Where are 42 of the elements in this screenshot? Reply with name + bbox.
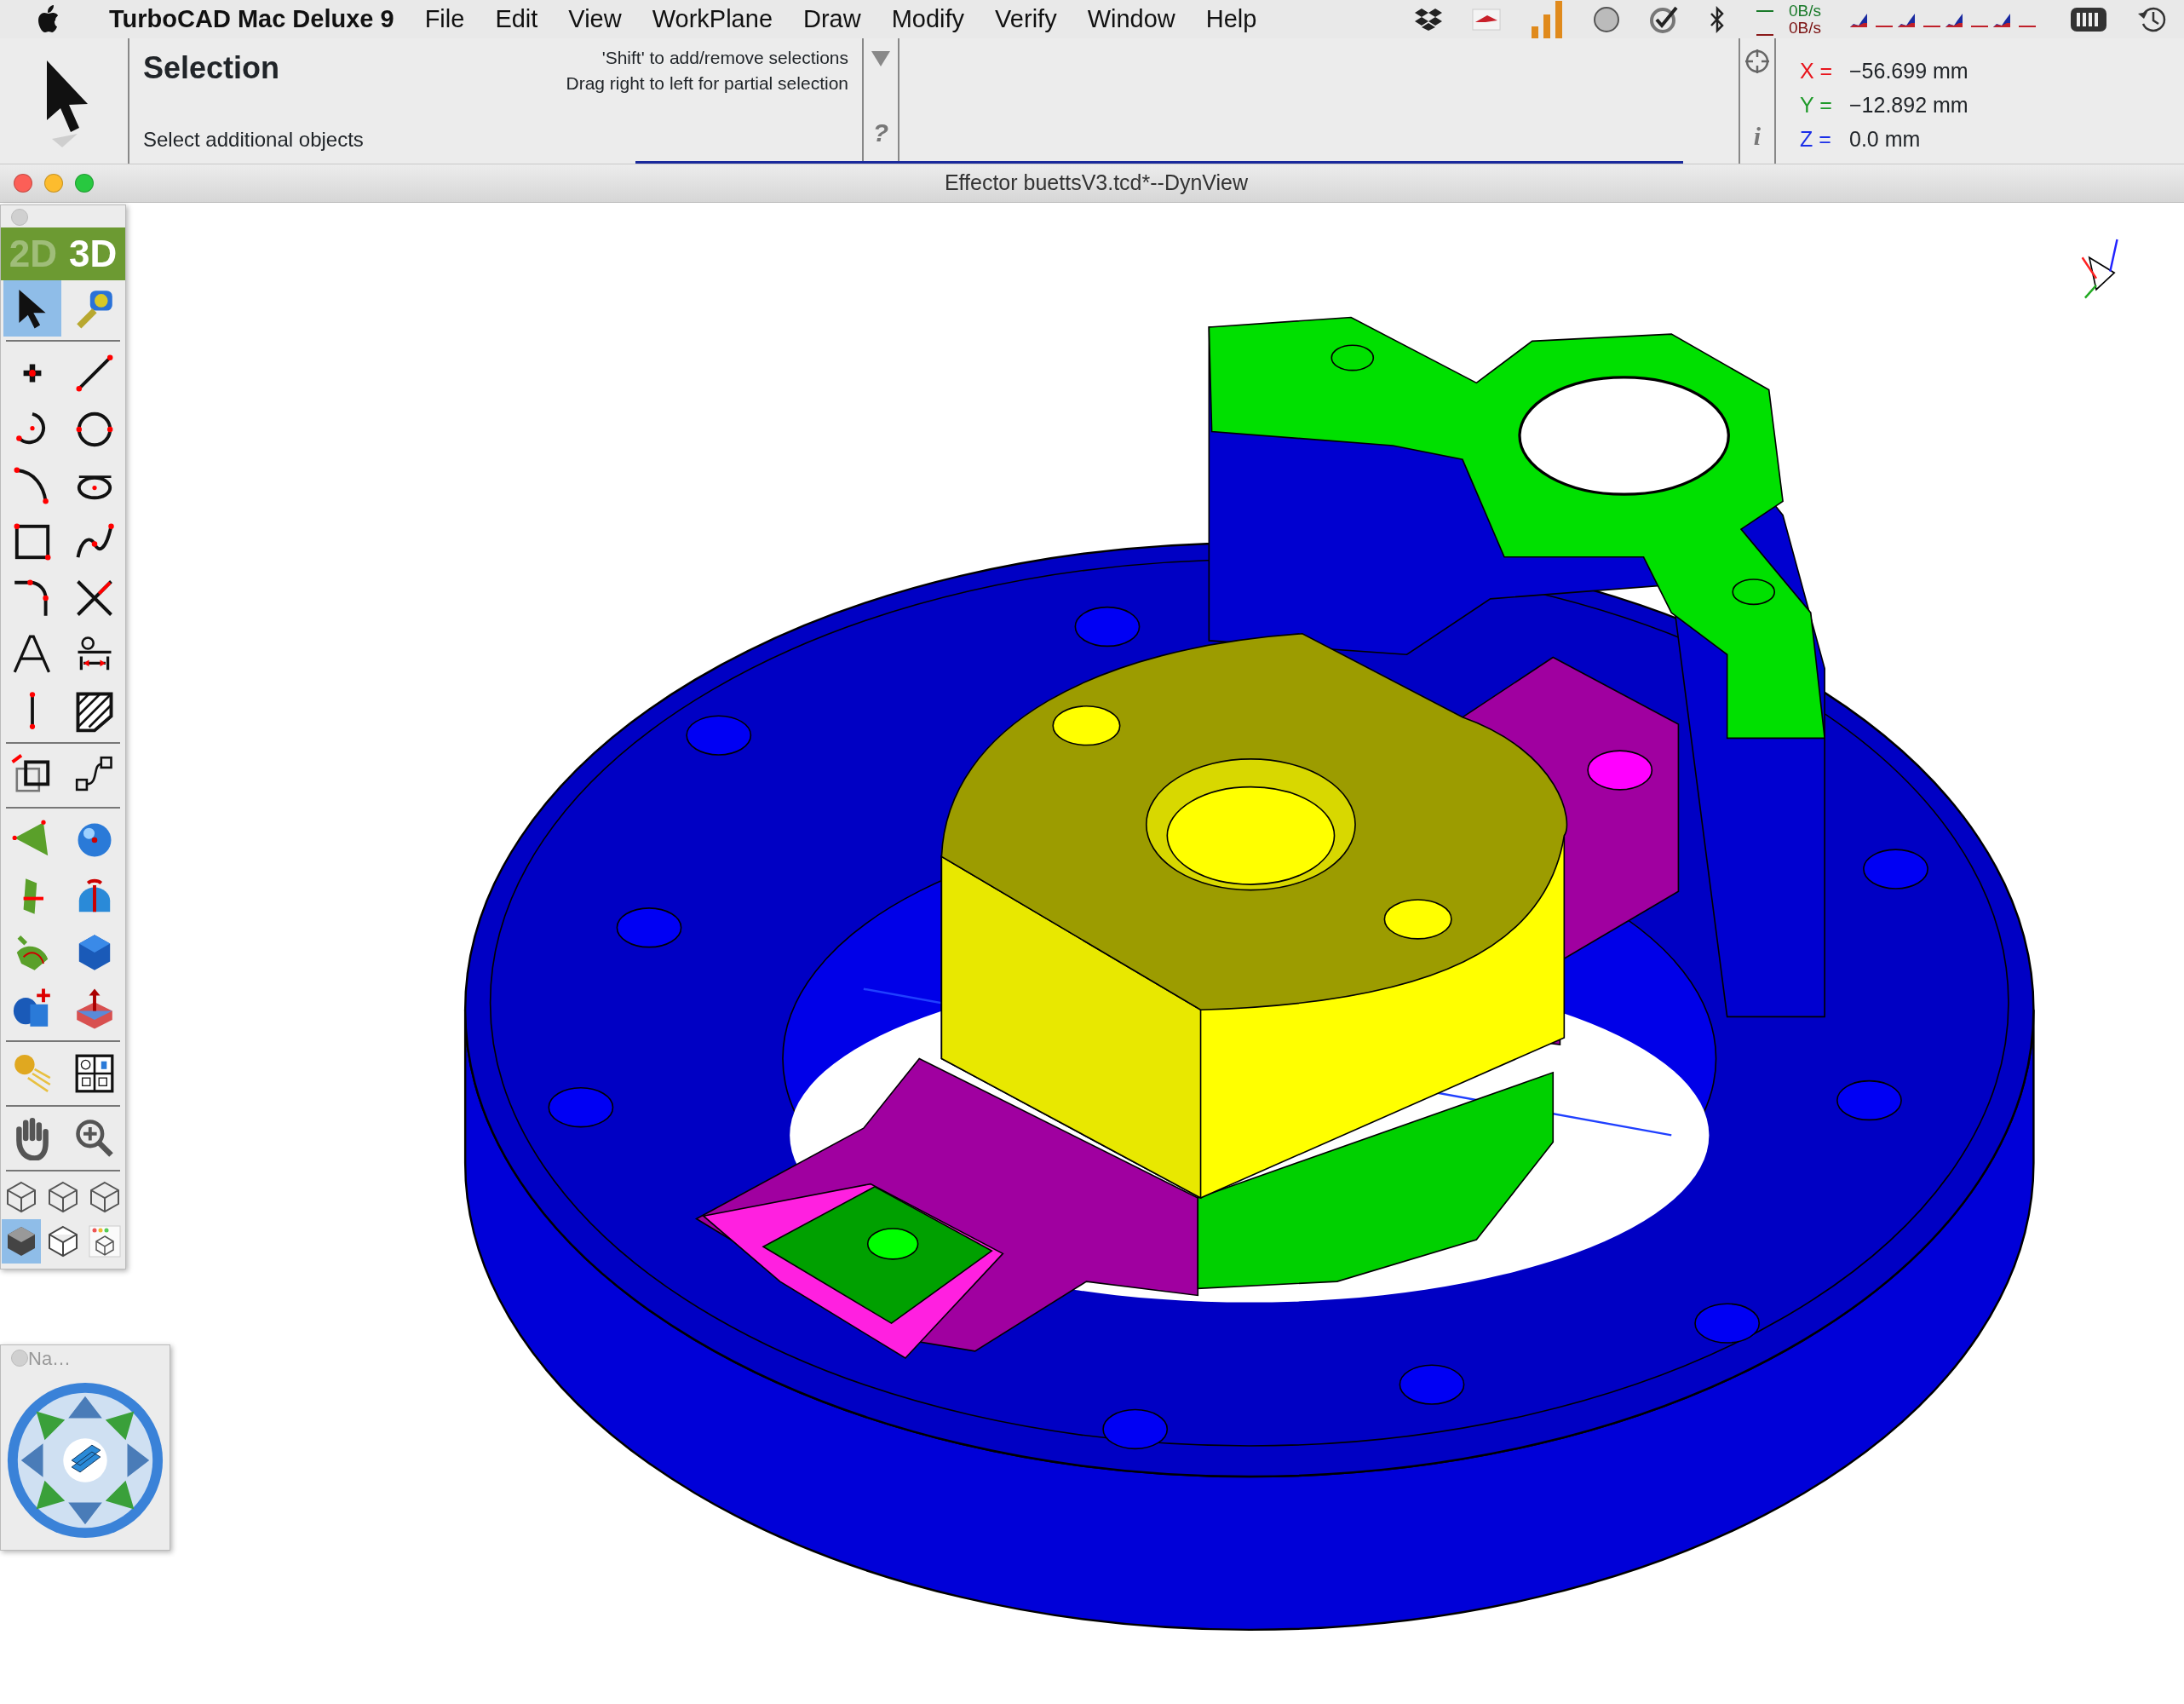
prompt-text: Select additional objects <box>143 127 365 153</box>
circle-icon[interactable] <box>1592 5 1620 33</box>
coordinate-value: 0.0 mm <box>1849 125 1921 153</box>
coordinate-value: −12.892 mm <box>1849 91 1968 118</box>
zoom-button[interactable] <box>75 174 94 193</box>
menu-item[interactable]: WorkPlane <box>636 0 788 38</box>
menu-item[interactable]: Verify <box>980 0 1072 38</box>
dropdown-caret-icon[interactable] <box>871 50 891 67</box>
hint-text: 'Shift' to add/remove selections <box>601 47 848 69</box>
axis-label: X = <box>1800 57 1834 84</box>
tool-title: Selection <box>143 49 280 87</box>
checkmark-icon[interactable] <box>1648 5 1680 33</box>
menu-item[interactable]: Draw <box>788 0 876 38</box>
menu-item[interactable]: Modify <box>876 0 980 38</box>
app-menu[interactable]: TurboCAD Mac Deluxe 9 <box>94 0 410 38</box>
help-icon[interactable]: ? <box>872 113 889 152</box>
battery-icon[interactable] <box>2070 6 2107 32</box>
coordinate-value: −56.699 mm <box>1849 57 1968 84</box>
hint-text: Drag right to left for partial selection <box>566 72 848 95</box>
menu-item[interactable]: Edit <box>480 0 554 38</box>
bluetooth-icon[interactable] <box>1708 5 1726 33</box>
upload-rate: 0B/s <box>1788 2 1821 20</box>
flag-icon[interactable] <box>1471 6 1501 32</box>
wireframe-cube-icon <box>46 1180 80 1214</box>
menu-item[interactable]: Window <box>1072 0 1191 38</box>
menu-item[interactable]: View <box>553 0 637 38</box>
window-cube-icon <box>87 1224 122 1258</box>
axis-triad-icon <box>2081 239 2118 299</box>
menu-item[interactable]: File <box>409 0 480 38</box>
window-title: Effector buettsV3.tcd*--DynView <box>943 170 1250 197</box>
view-mode-button[interactable] <box>2 1219 42 1264</box>
hidden-line-cube-icon <box>46 1224 80 1258</box>
dropbox-icon[interactable] <box>1413 6 1443 32</box>
axis-label: Z = <box>1800 125 1832 153</box>
info-icon[interactable]: i <box>1753 117 1762 155</box>
axis-label: Y = <box>1800 91 1833 118</box>
close-button[interactable] <box>14 174 32 193</box>
download-rate: 0B/s <box>1788 19 1821 37</box>
tool-button[interactable] <box>3 280 61 337</box>
crosshair-icon[interactable] <box>1744 49 1770 74</box>
menu-item[interactable]: Help <box>1190 0 1273 38</box>
panel-title: Na… <box>28 1346 72 1371</box>
